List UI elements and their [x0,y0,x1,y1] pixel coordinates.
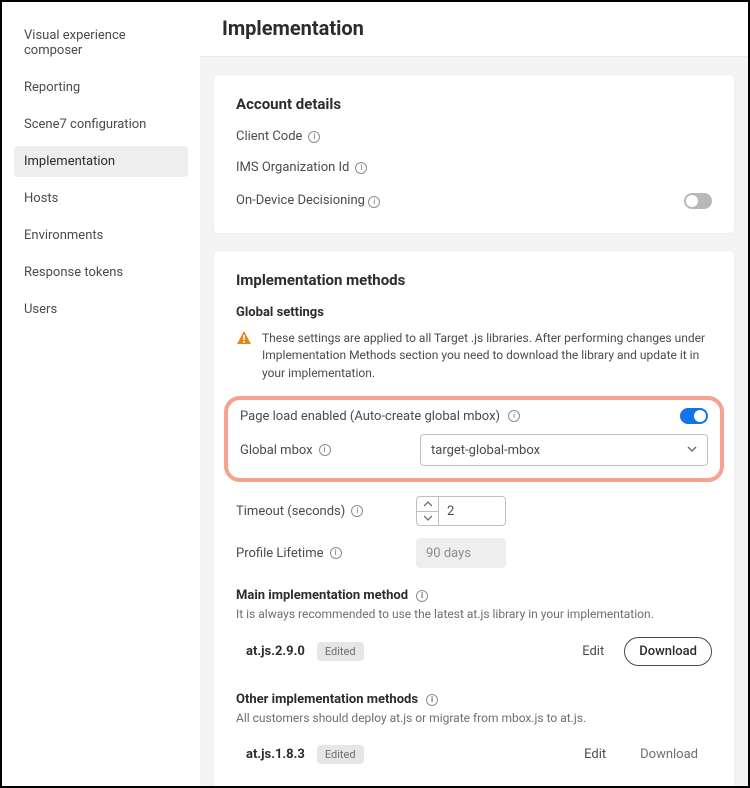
global-mbox-label: Global mbox [240,443,313,458]
other-impl-desc: All customers should deploy at.js or mig… [236,711,712,725]
main-impl-version: at.js.2.9.0 [236,644,305,659]
other-impl-heading: Other implementation methods [236,692,418,707]
page-title: Implementation [222,16,726,40]
info-icon[interactable]: i [308,131,320,143]
client-code-label: Client Code [236,129,302,144]
edited-badge: Edited [317,745,364,764]
sidebar-item-scene7[interactable]: Scene7 configuration [14,109,188,140]
step-up-button[interactable] [417,497,438,512]
main-impl-heading: Main implementation method [236,588,408,603]
sidebar-item-response-tokens[interactable]: Response tokens [14,257,188,288]
global-mbox-select[interactable]: target-global-mbox [420,434,708,466]
page-load-enabled-label: Page load enabled (Auto-create global mb… [240,409,500,424]
ims-org-label: IMS Organization Id [236,160,349,177]
odd-toggle[interactable] [684,193,712,209]
odd-label: On-Device Decisioning [236,193,365,208]
sidebar-item-implementation[interactable]: Implementation [14,146,188,177]
account-details-heading: Account details [236,95,712,113]
implementation-methods-card: Implementation methods Global settings T… [214,251,734,786]
warning-icon [236,330,252,346]
download-button[interactable]: Download [624,637,712,666]
sidebar-nav: Visual experience composer Reporting Sce… [2,2,200,786]
timeout-value: 2 [439,497,505,525]
profile-lifetime-label: Profile Lifetime [236,546,324,561]
info-icon[interactable]: i [416,590,428,602]
sidebar-item-vec[interactable]: Visual experience composer [14,20,188,66]
highlight-box: Page load enabled (Auto-create global mb… [224,396,724,482]
account-details-card: Account details Client Code i IMS Organi… [214,75,734,233]
edit-button[interactable]: Edit [574,638,612,665]
info-icon[interactable]: i [330,547,342,559]
main-impl-desc: It is always recommended to use the late… [236,607,712,621]
info-icon[interactable]: i [351,505,363,517]
sidebar-item-users[interactable]: Users [14,294,188,325]
page-header: Implementation [200,2,748,57]
step-down-button[interactable] [417,512,438,526]
other-impl-version: at.js.1.8.3 [236,747,305,762]
main-area: Implementation Account details Client Co… [200,2,748,786]
page-load-enabled-toggle[interactable] [680,408,708,424]
timeout-label: Timeout (seconds) [236,504,345,519]
download-link[interactable]: Download [626,741,712,768]
global-settings-warning: These settings are applied to all Target… [262,330,712,382]
sidebar-item-reporting[interactable]: Reporting [14,72,188,103]
global-mbox-value: target-global-mbox [431,443,540,458]
edited-badge: Edited [317,642,364,661]
info-icon[interactable]: i [508,410,520,422]
info-icon[interactable]: i [355,162,367,174]
info-icon[interactable]: i [319,444,331,456]
info-icon[interactable]: i [426,694,438,706]
impl-methods-heading: Implementation methods [236,271,712,289]
profile-lifetime-value: 90 days [416,538,506,568]
info-icon[interactable]: i [368,196,380,208]
sidebar-item-environments[interactable]: Environments [14,220,188,251]
edit-button[interactable]: Edit [576,741,614,768]
sidebar-item-hosts[interactable]: Hosts [14,183,188,214]
global-settings-heading: Global settings [236,305,712,320]
chevron-down-icon [687,443,697,458]
timeout-stepper[interactable]: 2 [416,496,506,526]
